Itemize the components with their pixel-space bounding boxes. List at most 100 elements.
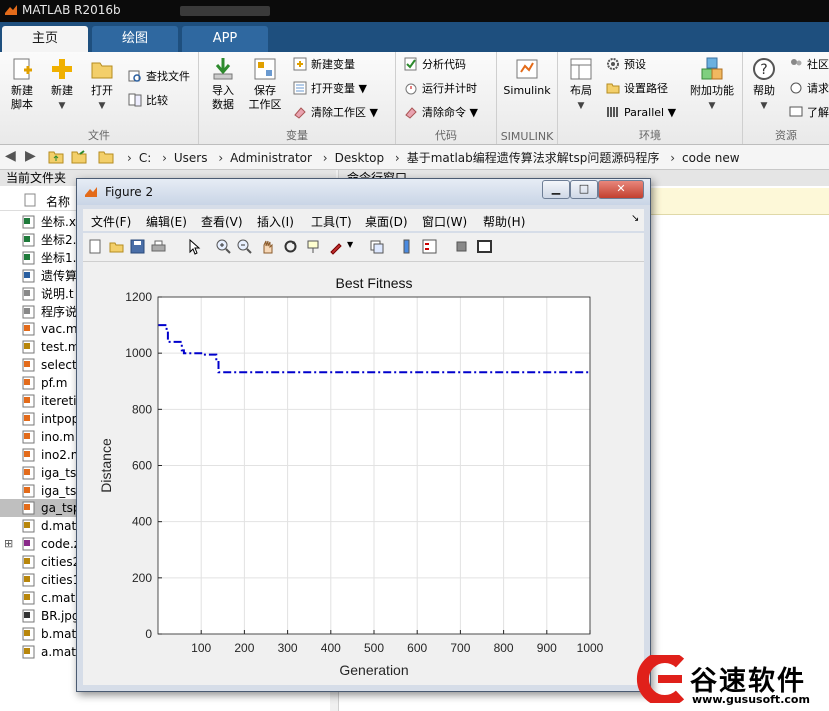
layout-button[interactable]: 布局 ▼ (564, 56, 598, 113)
show-tools-icon[interactable] (476, 238, 493, 255)
print-icon[interactable] (150, 238, 167, 255)
svg-text:?: ? (760, 62, 767, 78)
legend-icon[interactable] (421, 238, 438, 255)
gear-icon (607, 58, 619, 70)
menu-view[interactable]: 查看(V) (201, 213, 243, 230)
menu-tools[interactable]: 工具(T) (311, 213, 352, 230)
brand-url: www.gususoft.com (692, 693, 810, 706)
add-ons-button[interactable]: 附加功能 ▼ (686, 56, 738, 113)
chevron-down-icon: ▼ (760, 101, 768, 111)
breadcrumb-item[interactable]: Administrator (230, 151, 312, 165)
figure-menubar: 文件(F) 编辑(E) 查看(V) 插入(I) 工具(T) 桌面(D) 窗口(W… (83, 209, 644, 231)
menu-file[interactable]: 文件(F) (91, 213, 131, 230)
open-variable-icon (293, 81, 307, 95)
tab-home[interactable]: 主页 (2, 26, 88, 52)
breadcrumb-item[interactable]: Desktop (335, 151, 385, 165)
minimize-button[interactable]: ▁ (542, 180, 570, 199)
tab-apps[interactable]: APP (182, 26, 268, 52)
breadcrumb-item[interactable]: Users (174, 151, 208, 165)
save-workspace-button[interactable]: 保存 工作区 (245, 56, 285, 112)
parallel-button[interactable]: Parallel ▼ (606, 104, 676, 122)
open-button[interactable]: 打开 ▼ (84, 56, 120, 113)
new-script-button[interactable]: 新建 脚本 (4, 56, 40, 112)
up-folder-icon[interactable] (48, 149, 64, 164)
file-name: 坐标1. (41, 250, 77, 265)
tab-plots[interactable]: 绘图 (92, 26, 178, 52)
menu-help[interactable]: 帮助(H) (483, 213, 525, 230)
breadcrumb-item[interactable]: C: (139, 151, 151, 165)
open-variable-button[interactable]: 打开变量 ▼ (293, 80, 367, 98)
new-variable-button[interactable]: 新建变量 (293, 56, 355, 74)
back-arrow-icon[interactable]: ◀ (5, 148, 16, 164)
m-file-icon (22, 466, 35, 480)
menu-desktop[interactable]: 桌面(D) (365, 213, 408, 230)
colorbar-icon[interactable] (398, 238, 415, 255)
menu-edit[interactable]: 编辑(E) (146, 213, 187, 230)
simulink-button[interactable]: Simulink (501, 56, 553, 98)
compare-button[interactable]: 比较 (128, 92, 168, 110)
chevron-down-icon[interactable]: ▼ (347, 240, 353, 249)
chevron-down-icon: ▼ (369, 106, 378, 119)
breadcrumb-item[interactable]: 基于matlab编程遗传算法求解tsp问题源码程序 (407, 151, 660, 165)
forward-arrow-icon[interactable]: ▶ (25, 148, 36, 164)
close-button[interactable]: ✕ (598, 180, 644, 199)
app-titlebar: MATLAB R2016b (0, 0, 829, 22)
learn-matlab-button[interactable]: 了解 (789, 104, 829, 122)
mat-file-icon (22, 591, 35, 605)
rotate-icon[interactable] (282, 238, 299, 255)
open-icon[interactable] (108, 238, 125, 255)
save-workspace-icon (254, 58, 276, 80)
pointer-icon[interactable] (185, 238, 202, 255)
new-button[interactable]: 新建 ▼ (44, 56, 80, 113)
analyze-code-button[interactable]: 分析代码 (404, 56, 466, 74)
brush-icon[interactable] (328, 238, 345, 255)
clear-workspace-button[interactable]: 清除工作区 ▼ (293, 104, 378, 122)
code-group-label: 代码 (435, 129, 457, 142)
new-figure-icon[interactable] (87, 238, 104, 255)
file-name: code.z (41, 537, 81, 552)
m-file-icon (22, 322, 35, 336)
plus-icon (52, 59, 72, 79)
pan-icon[interactable] (259, 238, 276, 255)
m-file-icon (22, 358, 35, 372)
blurred-region (180, 6, 270, 16)
menu-window[interactable]: 窗口(W) (422, 213, 467, 230)
app-title: MATLAB R2016b (22, 3, 121, 17)
file-name: 程序说 (41, 304, 78, 319)
set-path-button[interactable]: 设置路径 (606, 80, 668, 98)
mat-file-icon (22, 340, 35, 354)
breadcrumb-item[interactable]: code new (682, 151, 740, 165)
zoom-out-icon[interactable] (236, 238, 253, 255)
layout-icon (570, 58, 592, 80)
clear-commands-button[interactable]: 清除命令 ▼ (404, 104, 478, 122)
y-tick-label: 800 (132, 402, 152, 416)
import-data-button[interactable]: 导入 数据 (205, 56, 241, 112)
dock-arrow-icon[interactable]: ↘ (631, 213, 639, 224)
menu-insert[interactable]: 插入(I) (257, 213, 294, 230)
hide-tools-icon[interactable] (453, 238, 470, 255)
environment-group: 布局 ▼ 预设 设置路径 Parallel ▼ 附加功能 ▼ 环境 (558, 52, 743, 144)
data-cursor-icon[interactable] (305, 238, 322, 255)
preferences-button[interactable]: 预设 (606, 56, 646, 74)
request-support-button[interactable]: 请求 (789, 80, 829, 98)
file-group: 新建 脚本 新建 ▼ 打开 ▼ 查找文件 比较 文件 (0, 52, 199, 144)
x-tick-label: 700 (450, 641, 470, 655)
name-column-header[interactable]: 名称 (46, 193, 70, 210)
save-icon[interactable] (129, 238, 146, 255)
x-tick-label: 600 (407, 641, 427, 655)
brand-logo-icon (636, 655, 685, 703)
maximize-button[interactable]: □ (570, 180, 598, 199)
zoom-in-icon[interactable] (215, 238, 232, 255)
community-button[interactable]: 社区 (789, 56, 829, 74)
chevron-down-icon: ▼ (58, 101, 66, 111)
run-and-time-button[interactable]: 运行并计时 (404, 80, 477, 98)
file-name: iga_ts (41, 465, 77, 480)
find-files-button[interactable]: 查找文件 (128, 68, 190, 86)
resources-group-label: 资源 (775, 129, 797, 142)
x-tick-label: 1000 (577, 641, 604, 655)
chevron-down-icon: ▼ (577, 101, 585, 111)
help-button[interactable]: ? 帮助 ▼ (747, 56, 781, 113)
browse-folder-icon[interactable] (71, 149, 87, 164)
expand-icon[interactable]: ⊞ (4, 535, 13, 553)
link-icon[interactable] (368, 238, 385, 255)
